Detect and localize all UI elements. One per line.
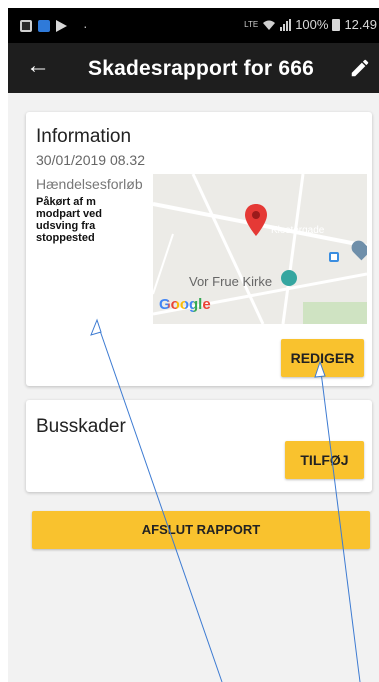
finish-report-button[interactable]: AFSLUT RAPPORT <box>32 511 370 549</box>
bus-damage-title: Busskader <box>36 416 126 437</box>
more-notifications-dot: · <box>83 18 88 34</box>
play-store-icon <box>56 20 67 32</box>
map-place-label: Vor Frue Kirke <box>189 274 273 289</box>
incident-description: Påkørt af m modpart ved udsving fra stop… <box>36 196 103 244</box>
bus-damage-card: Busskader TILFØJ <box>26 400 372 492</box>
add-damage-button[interactable]: TILFØJ <box>285 441 364 479</box>
battery-icon <box>332 18 341 31</box>
report-date: 30/01/2019 08.32 <box>36 152 145 168</box>
wifi-icon <box>263 20 276 30</box>
pencil-icon[interactable] <box>349 57 371 79</box>
information-card: Information 30/01/2019 08.32 Hændelsesfo… <box>26 112 372 386</box>
status-bar-system: LTE 100% 12.49 <box>244 17 377 32</box>
location-map[interactable]: Klostergade Vor Frue Kirke Google <box>153 174 367 324</box>
map-street-label: Klostergade <box>271 225 325 236</box>
google-logo: Google <box>159 296 211 313</box>
arrow-left-icon[interactable]: ← <box>26 54 50 78</box>
church-icon <box>281 270 297 286</box>
app-notification-icon <box>38 20 50 32</box>
edit-button[interactable]: REDIGER <box>281 339 364 377</box>
map-pin-icon <box>245 204 267 236</box>
signal-icon <box>280 18 292 31</box>
status-bar: · LTE 100% 12.49 <box>8 8 379 43</box>
bus-stop-icon <box>329 252 339 262</box>
phone-screen: · LTE 100% 12.49 ← Skadesrapport for 666… <box>8 8 379 682</box>
information-title: Information <box>36 126 132 147</box>
gallery-icon <box>20 20 32 32</box>
app-bar: ← Skadesrapport for 666 <box>8 43 379 93</box>
battery-percent: 100% <box>295 17 329 32</box>
page-title: Skadesrapport for 666 <box>88 57 314 80</box>
lte-icon: LTE <box>244 19 259 29</box>
clock: 12.49 <box>344 17 377 32</box>
status-bar-notifications: · <box>20 18 88 34</box>
incident-heading: Hændelsesforløb <box>36 176 143 192</box>
